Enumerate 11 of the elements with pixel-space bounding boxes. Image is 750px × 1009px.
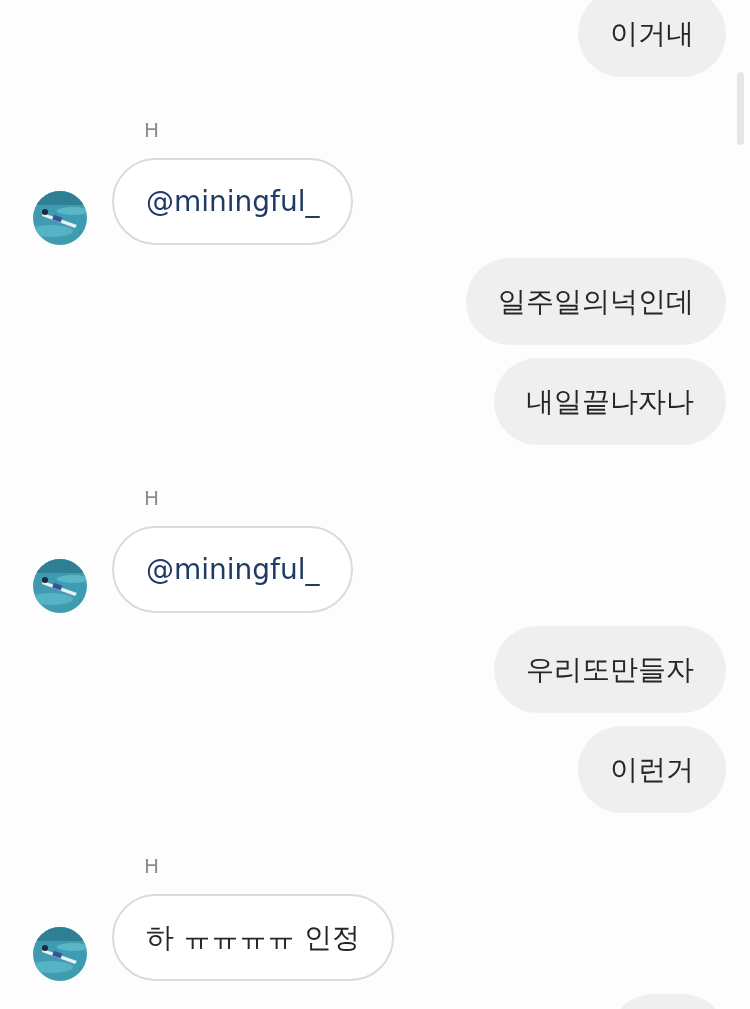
mention-bubble[interactable]: @miningful_ (112, 158, 354, 245)
sender-name: H (143, 854, 161, 878)
sender-name: H (143, 486, 161, 510)
message-bubble[interactable]: 우리또만들자 (494, 626, 726, 713)
mention-bubble[interactable]: @miningful_ (112, 526, 354, 613)
message-bubble[interactable]: 내일끝나자나 (494, 358, 726, 445)
message-bubble[interactable]: 일주일의넉인데 (466, 258, 726, 345)
message-bubble[interactable]: 이런거 (578, 726, 726, 813)
sender-name: H (143, 118, 161, 142)
message-bubble[interactable]: 하 ㅠㅠㅠㅠ 인정 (112, 894, 394, 981)
message-bubble[interactable]: 이거내 (578, 0, 726, 77)
